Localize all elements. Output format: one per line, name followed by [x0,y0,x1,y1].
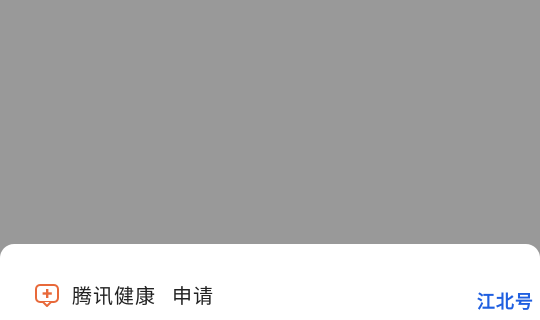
app-name: 腾讯健康 [72,284,156,308]
authorization-bottom-sheet: 腾讯健康 申请 [0,244,540,320]
watermark-text: 江北号 [477,292,534,313]
screen: 腾讯健康 申请 江北号 [0,0,540,320]
medical-chat-icon [35,283,59,307]
sheet-header: 腾讯健康 申请 [34,280,214,309]
request-label: 申请 [172,284,214,308]
